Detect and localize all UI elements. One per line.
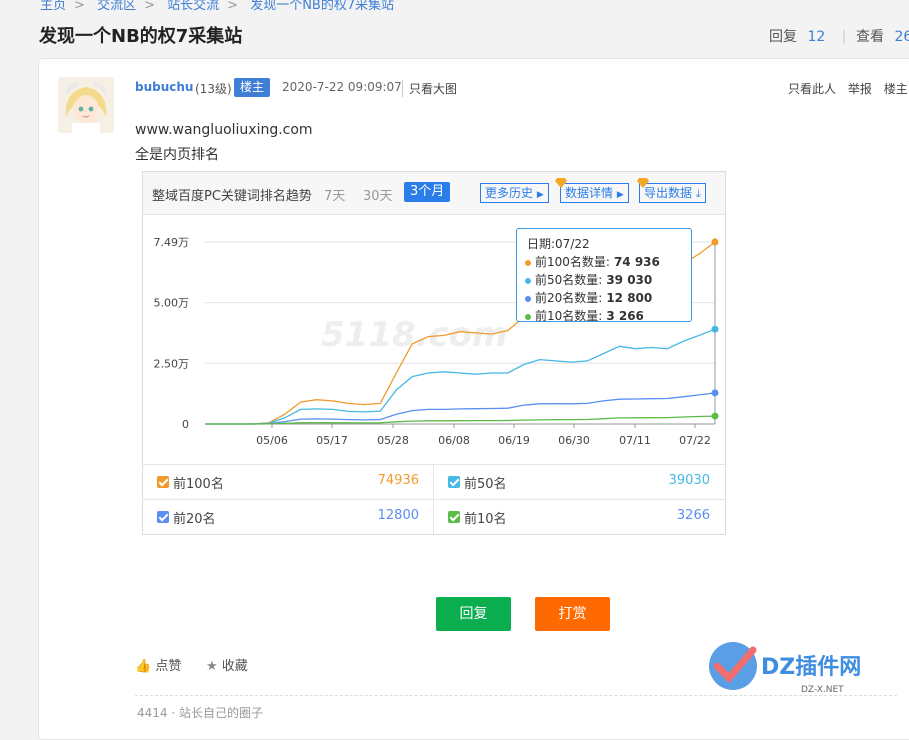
series-endpoint-0: [711, 238, 719, 246]
caret-right-icon: ▶: [536, 190, 544, 200]
data-details-label: 数据详情: [565, 186, 614, 200]
view-big-images-link[interactable]: 只看大图: [402, 80, 457, 97]
dot-icon: [525, 259, 531, 266]
more-history-button[interactable]: 更多历史 ▶: [480, 183, 549, 203]
tab-30-days[interactable]: 30天: [363, 185, 393, 204]
favorite-button[interactable]: ★ 收藏: [206, 655, 248, 674]
dot-icon: [525, 313, 531, 320]
x-tick-label: 06/30: [558, 434, 590, 447]
series-endpoint-1: [711, 325, 719, 333]
post-time: 2020-7-22 09:09:07: [282, 80, 402, 94]
series-line-3: [205, 415, 716, 425]
reply-stat: 回复 12 |: [769, 29, 847, 45]
legend-top100[interactable]: 前100名 74936: [143, 465, 434, 499]
checkbox-icon[interactable]: [448, 476, 460, 488]
thumbs-up-icon: 👍: [135, 659, 152, 674]
tooltip-row-top20: 前20名数量: 12 800: [525, 289, 652, 306]
more-history-label: 更多历史: [485, 186, 534, 200]
legend-top50[interactable]: 前50名 39030: [434, 465, 724, 499]
legend-top10[interactable]: 前10名 3266: [434, 500, 724, 534]
dot-icon: [525, 295, 531, 302]
x-tick-label: 05/17: [316, 434, 348, 447]
report-link[interactable]: 举报: [848, 82, 872, 96]
y-tick-label: 7.49万: [154, 236, 190, 249]
reply-count: 12: [807, 29, 826, 45]
floor-label: 楼主: [883, 82, 908, 96]
view-stat: 查看 26: [856, 26, 909, 46]
dot-icon: [525, 277, 531, 284]
author-name[interactable]: bubuchu: [135, 80, 193, 94]
view-count: 26: [894, 29, 909, 45]
thread-title: 发现一个NB的权7采集站: [39, 26, 243, 47]
author-level: (13级): [195, 82, 232, 96]
signature-text: 4414 · 站长自己的圈子: [137, 706, 263, 720]
y-tick-label: 5.00万: [154, 297, 190, 310]
checkbox-icon[interactable]: [157, 476, 169, 488]
view-label: 查看: [856, 29, 884, 45]
x-tick-label: 05/28: [377, 434, 409, 447]
export-data-label: 导出数据: [644, 186, 693, 200]
x-tick-label: 06/19: [498, 434, 530, 447]
only-this-user-link[interactable]: 只看此人: [788, 82, 836, 96]
checkbox-icon[interactable]: [448, 511, 460, 523]
tooltip-row-top10: 前10名数量: 3 266: [525, 307, 644, 324]
breadcrumb-current: 发现一个NB的权7采集站: [250, 0, 395, 13]
y-tick-label: 0: [182, 418, 189, 431]
x-tick-label: 07/22: [679, 434, 711, 447]
avatar[interactable]: [58, 77, 114, 133]
export-data-button[interactable]: 导出数据 ⤓: [639, 183, 706, 203]
download-icon: ⤓: [695, 187, 701, 200]
tooltip-row-top100: 前100名数量: 74 936: [525, 253, 660, 270]
post-line-url: www.wangluoliuxing.com: [135, 122, 313, 138]
widget-title: 整域百度PC关键词排名趋势: [152, 189, 312, 204]
svg-text:DZ-X.NET: DZ-X.NET: [801, 685, 844, 695]
tooltip-row-top50: 前50名数量: 39 030: [525, 271, 652, 288]
breadcrumb-board[interactable]: 站长交流: [167, 0, 219, 13]
like-button[interactable]: 👍 点赞: [135, 655, 181, 674]
watermark-5118: 5118.com: [321, 315, 508, 355]
breadcrumb: 主页 > 交流区 > 站长交流 > 发现一个NB的权7采集站: [40, 0, 395, 13]
checkbox-icon[interactable]: [157, 511, 169, 523]
x-tick-label: 06/08: [438, 434, 470, 447]
owner-badge: 楼主: [234, 78, 270, 97]
chart-tooltip: 日期:07/22 前100名数量: 74 936 前50名数量: 39 030 前2…: [516, 228, 692, 324]
tooltip-date: 日期:07/22: [527, 237, 590, 251]
reply-label: 回复: [769, 29, 797, 45]
legend-table: 前100名 74936 前50名 39030 前20名 12800 前10名 3…: [143, 464, 725, 535]
svg-text:DZ插件网: DZ插件网: [761, 655, 861, 680]
series-endpoint-2: [711, 389, 719, 397]
reward-button[interactable]: 打赏: [535, 597, 610, 631]
dz-plugin-logo: DZ插件网 DZ-X.NET: [703, 630, 909, 700]
tab-3-months[interactable]: 3个月: [404, 182, 451, 202]
ranking-trend-widget: 整域百度PC关键词排名趋势 7天 30天 3个月 更多历史 ▶ 数据详情 ▶ 导…: [142, 171, 726, 535]
star-icon: ★: [206, 659, 218, 674]
reply-button[interactable]: 回复: [436, 597, 511, 631]
x-tick-label: 05/06: [256, 434, 288, 447]
vip-diamond-icon: [637, 178, 649, 188]
post-actions: 只看此人 举报 楼主: [788, 80, 909, 97]
data-details-button[interactable]: 数据详情 ▶: [560, 183, 629, 203]
breadcrumb-home[interactable]: 主页: [40, 0, 66, 13]
vip-diamond-icon: [555, 178, 567, 188]
tab-7-days[interactable]: 7天: [324, 185, 345, 204]
x-tick-label: 07/11: [619, 434, 651, 447]
legend-top20[interactable]: 前20名 12800: [143, 500, 434, 534]
series-endpoint-3: [711, 412, 719, 420]
caret-right-icon: ▶: [616, 190, 624, 200]
post-line-text: 全是内页排名: [135, 147, 219, 163]
y-tick-label: 2.50万: [154, 357, 190, 370]
breadcrumb-forum[interactable]: 交流区: [97, 0, 136, 13]
